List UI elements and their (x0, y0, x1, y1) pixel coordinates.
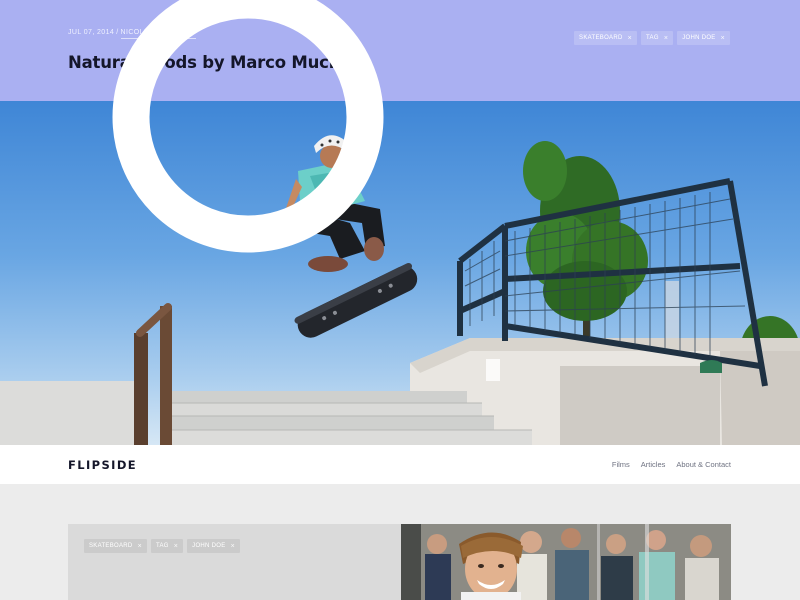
nav-link-about-contact[interactable]: About & Contact (676, 460, 731, 469)
tag-label: JOHN DOE (192, 543, 226, 549)
remove-tag-icon[interactable]: × (231, 543, 235, 550)
article-grid: SKATEBOARD × TAG × JOHN DOE × (0, 484, 800, 600)
site-logo[interactable]: FLIPSIDE (68, 458, 137, 472)
remove-tag-icon[interactable]: × (174, 543, 178, 550)
post-author-link[interactable]: NICOLE ANTOGADIO (120, 29, 197, 39)
skater (282, 121, 385, 272)
card-tags: SKATEBOARD × TAG × JOHN DOE × (84, 539, 240, 553)
tag-label: SKATEBOARD (579, 35, 623, 41)
tag-label: JOHN DOE (682, 35, 716, 41)
remove-tag-icon[interactable]: × (628, 35, 632, 42)
smiling-man-photo (401, 524, 731, 600)
handrail (134, 303, 172, 445)
remove-tag-icon[interactable]: × (664, 35, 668, 42)
page: JUL 07, 2014/NICOLE ANTOGADIO Natural go… (0, 0, 800, 600)
remove-tag-icon[interactable]: × (721, 35, 725, 42)
article-card[interactable]: SKATEBOARD × TAG × JOHN DOE × (68, 524, 401, 600)
tag-skateboard[interactable]: SKATEBOARD × (574, 31, 638, 45)
nav-link-articles[interactable]: Articles (641, 460, 666, 469)
post-tags: SKATEBOARD × TAG × JOHN DOE × (574, 31, 730, 45)
site-navbar: FLIPSIDE Films Articles About & Contact (0, 445, 800, 484)
meta-separator: / (116, 29, 119, 36)
nav-link-films[interactable]: Films (612, 460, 630, 469)
post-title: Natural goods by Marco Mucig (68, 53, 346, 72)
skateboard (294, 263, 418, 338)
post-meta: JUL 07, 2014/NICOLE ANTOGADIO (68, 29, 197, 39)
tag-john-doe[interactable]: JOHN DOE × (677, 31, 730, 45)
tag-label: TAG (155, 543, 169, 549)
post-header: JUL 07, 2014/NICOLE ANTOGADIO Natural go… (0, 0, 800, 101)
tag-john-doe[interactable]: JOHN DOE × (187, 539, 240, 553)
tag-skateboard[interactable]: SKATEBOARD × (84, 539, 147, 553)
tag-tag[interactable]: TAG × (150, 539, 184, 553)
article-card-photo[interactable] (401, 524, 731, 600)
post-date: JUL 07, 2014 (68, 29, 115, 36)
tag-tag[interactable]: TAG × (641, 31, 674, 45)
hero-image (0, 101, 800, 445)
skateboarder-photo (0, 121, 800, 445)
remove-tag-icon[interactable]: × (138, 543, 142, 550)
tag-label: SKATEBOARD (89, 543, 133, 549)
tag-label: TAG (646, 35, 659, 41)
nav-links: Films Articles About & Contact (612, 460, 731, 469)
